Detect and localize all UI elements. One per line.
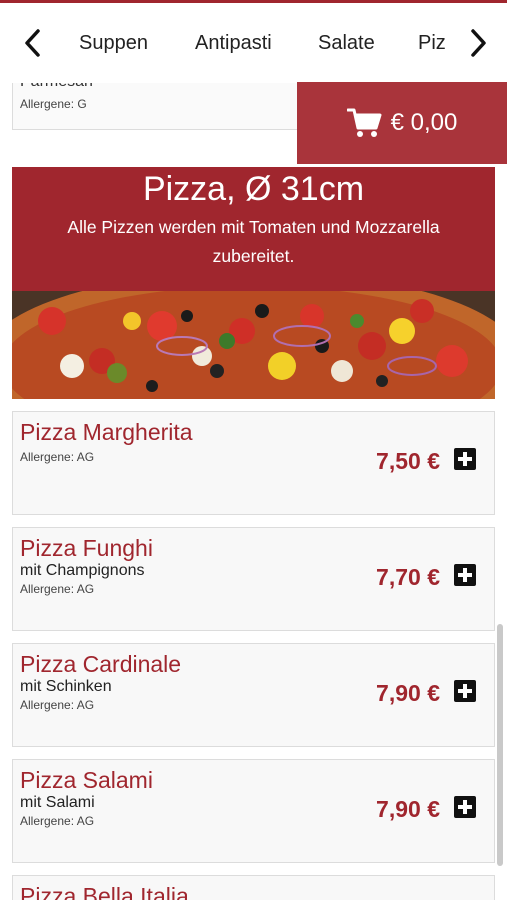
tab-antipasti[interactable]: Antipasti [195,31,272,55]
category-nav: Suppen Antipasti Salate Piz [0,3,507,83]
tab-pizza[interactable]: Piz [418,31,446,55]
section-header-pizza: Pizza, Ø 31cm Alle Pizzen werden mit Tom… [12,167,495,291]
menu-item[interactable]: Pizza Margherita Allergene: AG 7,50 € [12,411,495,515]
category-tabs: Suppen Antipasti Salate Piz [60,3,457,83]
chevron-left-icon [25,29,40,57]
cart-icon [346,108,382,137]
item-allergens: Allergene: AG [20,450,95,464]
item-title: Pizza Bella Italia [20,883,189,900]
nav-prev-button[interactable] [12,3,52,83]
item-description: mit Salami [20,794,95,811]
item-allergens: Allergene: AG [20,814,95,828]
menu-item[interactable]: Pizza Funghi mit Champignons Allergene: … [12,527,495,631]
nav-next-button[interactable] [459,3,499,83]
cart-amount: € 0,00 [390,109,458,136]
item-price: 7,50 € [376,448,440,474]
add-to-cart-icon[interactable] [454,564,476,586]
item-description: mit Schinken [20,678,112,695]
item-title: Pizza Cardinale [20,651,182,677]
chevron-right-icon [471,29,486,57]
add-to-cart-icon[interactable] [454,448,476,470]
scrollbar[interactable] [497,624,503,866]
add-to-cart-icon[interactable] [454,796,476,818]
menu-item[interactable]: Pizza Salami mit Salami Allergene: AG 7,… [12,759,495,863]
tab-salate[interactable]: Salate [318,31,375,55]
menu-item[interactable]: Pizza Bella Italia [12,875,495,900]
item-description: mit Champignons [20,562,145,579]
item-price: 7,70 € [376,564,440,590]
item-title: Pizza Funghi [20,535,153,561]
item-title: Pizza Margherita [20,419,193,445]
item-price: 7,90 € [376,796,440,822]
menu-item[interactable]: Pizza Cardinale mit Schinken Allergene: … [12,643,495,747]
section-description: Alle Pizzen werden mit Tomaten und Mozza… [67,217,440,266]
cart-button[interactable]: € 0,00 [297,82,507,164]
section-title: Pizza, Ø 31cm [142,170,365,208]
item-allergens: Allergene: AG [20,582,95,596]
tab-suppen[interactable]: Suppen [79,31,148,55]
item-allergens: Allergene: AG [20,698,95,712]
item-allergens: Allergene: G [20,97,87,111]
item-price: 7,90 € [376,680,440,706]
add-to-cart-icon[interactable] [454,680,476,702]
item-title: Pizza Salami [20,767,153,793]
pizza-image [12,291,495,399]
